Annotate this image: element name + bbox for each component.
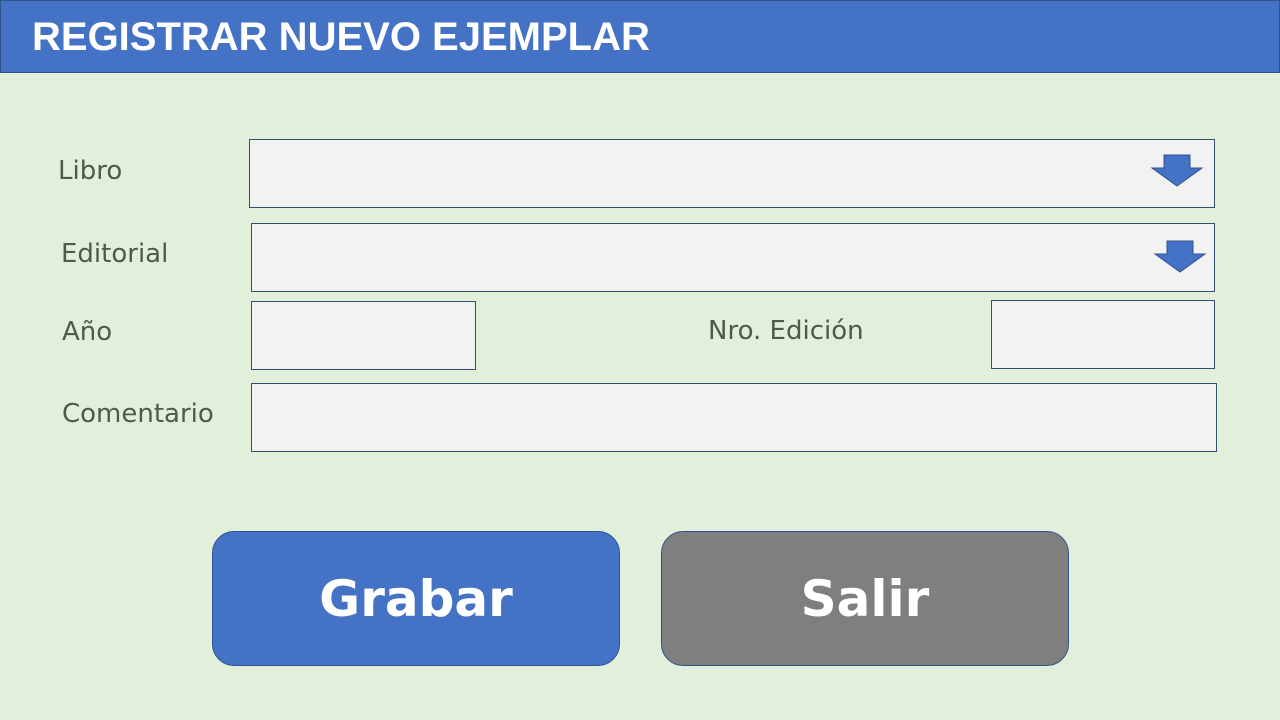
grabar-button[interactable]: Grabar (212, 531, 620, 666)
nro-edicion-label: Nro. Edición (708, 316, 864, 346)
arrow-down-icon[interactable] (1153, 240, 1207, 274)
page-title: REGISTRAR NUEVO EJEMPLAR (32, 15, 650, 59)
title-bar: REGISTRAR NUEVO EJEMPLAR (0, 0, 1280, 73)
salir-button[interactable]: Salir (661, 531, 1069, 666)
comentario-input[interactable] (251, 383, 1217, 452)
editorial-dropdown[interactable] (251, 223, 1215, 292)
comentario-label: Comentario (62, 399, 214, 429)
arrow-down-icon[interactable] (1150, 154, 1204, 188)
anio-label: Año (62, 317, 113, 347)
libro-dropdown[interactable] (249, 139, 1215, 208)
editorial-label: Editorial (61, 239, 169, 269)
anio-input[interactable] (251, 301, 476, 370)
nro-edicion-input[interactable] (991, 300, 1215, 369)
libro-label: Libro (58, 156, 123, 186)
